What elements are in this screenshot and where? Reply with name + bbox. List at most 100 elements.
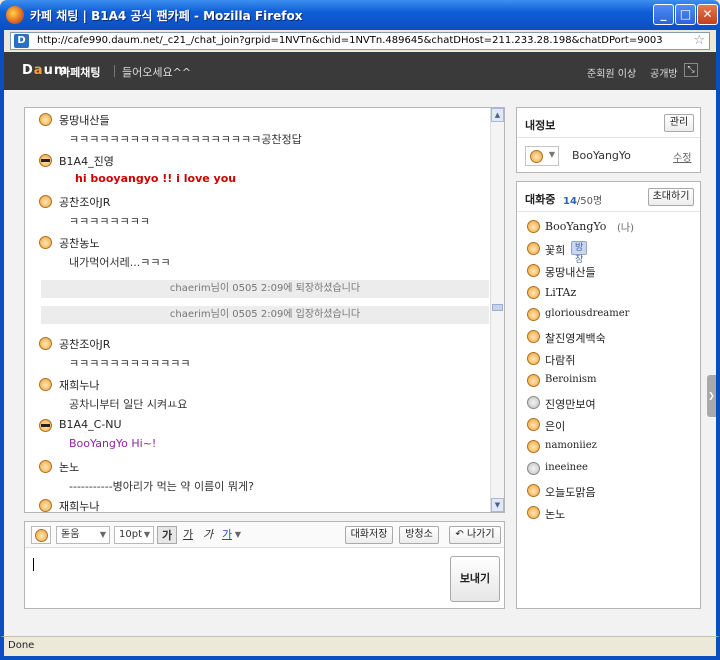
bookmark-star-icon[interactable]: ☆ — [693, 33, 705, 48]
participant-count: 14/50명 — [563, 192, 602, 207]
participant-name: 오늘도맑음 — [545, 486, 596, 499]
service-name: 카페채팅 — [60, 66, 101, 79]
message-text: ㅋㅋㅋㅋㅋㅋㅋㅋㅋㅋㅋㅋ — [69, 357, 191, 370]
font-select[interactable]: 돋움 ▼ — [56, 526, 110, 544]
exit-label: 나가기 — [466, 529, 495, 540]
emoticon-face-icon — [527, 374, 540, 387]
scroll-up-icon[interactable]: ▲ — [491, 108, 504, 122]
participant-name: 진영만보여 — [545, 398, 596, 411]
emoticon-face-icon — [39, 113, 52, 126]
exit-button[interactable]: ↶ 나가기 — [449, 526, 501, 544]
message-nick[interactable]: B1A4_진영 — [59, 153, 114, 169]
emoticon-face-icon — [527, 264, 540, 277]
host-badge: 방장 — [571, 241, 588, 265]
scroll-thumb[interactable] — [492, 304, 503, 311]
clear-room-button[interactable]: 방청소 — [399, 526, 439, 544]
open-room-label: 공개방 — [650, 69, 678, 80]
save-chat-button[interactable]: 대화저장 — [345, 526, 393, 544]
system-message: chaerim님이 0505 2:09에 입장하셨습니다 — [41, 306, 489, 324]
emoticon-picker[interactable] — [31, 526, 51, 544]
message-composer: 돋움 ▼ 10pt ▼ 가 가 가 가 ▼ 대화저장 방청소 ↶ 나가기 보내기 — [24, 521, 505, 609]
italic-button[interactable]: 가 — [198, 526, 218, 544]
send-button[interactable]: 보내기 — [450, 556, 500, 602]
message-nick[interactable]: 공찬조아JR — [59, 194, 110, 210]
message-text: ㅋㅋㅋㅋㅋㅋㅋㅋㅋㅋㅋㅋㅋㅋㅋㅋㅋㅋㅋ공찬정답 — [69, 133, 302, 146]
participants-panel: 대화중 14/50명 초대하기 BooYangYo (나) 꽃희 방장 몽땅내산들 … — [516, 181, 701, 609]
message-text: ㅋㅋㅋㅋㅋㅋㅋㅋ — [69, 215, 150, 228]
address-bar: D http://cafe990.daum.net/_c21_/chat_joi… — [0, 30, 720, 52]
my-info-panel: 내정보 관리 ▼ BooYangYo 수정 — [516, 107, 701, 173]
message-nick[interactable]: 재희누나 — [59, 498, 99, 512]
message-text: 내가먹어서레...ㅋㅋㅋ — [69, 256, 171, 269]
participant-name: LiTAz — [545, 286, 577, 299]
message-nick[interactable]: 논노 — [59, 459, 79, 475]
participant-name: 논노 — [545, 508, 566, 521]
participant-self-tag: (나) — [617, 223, 635, 234]
emoticon-face-icon — [527, 286, 540, 299]
emoticon-face-icon — [527, 396, 540, 409]
emoticon-face-icon — [527, 220, 540, 233]
chevron-down-icon[interactable]: ▼ — [233, 526, 243, 544]
chat-log[interactable]: 몽땅내산들 ㅋㅋㅋㅋㅋㅋㅋㅋㅋㅋㅋㅋㅋㅋㅋㅋㅋㅋㅋ공찬정답 B1A4_진영 hi… — [24, 107, 505, 513]
message-nick[interactable]: 공찬농노 — [59, 235, 99, 251]
participant-name: namoniiez — [545, 440, 597, 451]
status-text: Done — [8, 640, 35, 651]
size-select-value: 10pt — [119, 529, 142, 540]
chat-scrollbar[interactable]: ▲ ▼ — [490, 108, 504, 512]
participants-header: 대화중 14/50명 초대하기 — [517, 182, 700, 212]
emoticon-face-icon — [39, 337, 52, 350]
participant-name: Beroinism — [545, 374, 597, 385]
participant-name: 은이 — [545, 420, 566, 433]
emoticon-face-icon — [527, 506, 540, 519]
message-nick[interactable]: 몽땅내산들 — [59, 112, 110, 128]
firefox-icon — [6, 6, 24, 24]
font-select-value: 돋움 — [61, 529, 80, 540]
my-info-title: 내정보 — [525, 119, 556, 132]
message-text: BooYangYo Hi~! — [69, 437, 157, 450]
emoticon-face-icon — [527, 242, 540, 255]
emoticon-face-icon — [527, 484, 540, 497]
manage-button[interactable]: 관리 — [664, 114, 694, 132]
minimize-button[interactable]: _ — [653, 4, 674, 25]
message-nick[interactable]: B1A4_C-NU — [59, 418, 122, 431]
side-expand-tab[interactable]: ❯ — [707, 375, 716, 417]
text-caret — [33, 558, 34, 571]
my-emoticon-select[interactable]: ▼ — [525, 146, 559, 166]
emoticon-face-icon — [527, 462, 540, 475]
emoticon-face-icon — [527, 440, 540, 453]
url-field[interactable]: D http://cafe990.daum.net/_c21_/chat_joi… — [10, 32, 710, 50]
my-nickname: BooYangYo — [572, 149, 631, 162]
emoticon-face-icon — [530, 150, 543, 163]
sunglasses-face-icon — [39, 419, 52, 432]
invite-button[interactable]: 초대하기 — [648, 188, 694, 206]
page-frame: Daum 카페채팅 들어오세요^^ 준회원 이상 공개방 ⤡ 몽땅내산들 ㅋㅋㅋ… — [0, 52, 720, 636]
participant-name: 찰진영계백숙 — [545, 332, 606, 345]
message-nick[interactable]: 공찬조아JR — [59, 336, 110, 352]
size-select[interactable]: 10pt ▼ — [114, 526, 154, 544]
message-input[interactable] — [29, 552, 441, 604]
daum-header: Daum 카페채팅 들어오세요^^ 준회원 이상 공개방 ⤡ — [4, 52, 716, 90]
maximize-button[interactable]: □ — [675, 4, 696, 25]
participants-title: 대화중 — [525, 193, 556, 206]
close-button[interactable]: ✕ — [697, 4, 718, 25]
edit-nickname-link[interactable]: 수정 — [673, 149, 691, 164]
header-divider — [114, 65, 115, 77]
message-text: -----------병아리가 먹는 약 이름이 뭐게? — [69, 480, 254, 493]
emoticon-face-icon — [527, 352, 540, 365]
daum-favicon-icon: D — [14, 34, 29, 48]
participant-name: 다람쥐 — [545, 354, 576, 367]
bold-button[interactable]: 가 — [157, 526, 177, 544]
popout-icon[interactable]: ⤡ — [684, 63, 698, 77]
chevron-down-icon: ▼ — [548, 150, 555, 159]
message-text: hi booyangyo !! i love you — [75, 172, 237, 185]
status-bar: Done — [0, 636, 720, 660]
room-welcome: 들어오세요^^ — [122, 66, 192, 79]
message-nick[interactable]: 재희누나 — [59, 377, 99, 393]
url-text: http://cafe990.daum.net/_c21_/chat_join?… — [37, 35, 663, 46]
emoticon-face-icon — [527, 330, 540, 343]
underline-button[interactable]: 가 — [178, 526, 198, 544]
participant-name: 꽃희 — [545, 244, 566, 257]
participant-name: ineeinee — [545, 462, 588, 473]
chevron-down-icon: ▼ — [143, 530, 150, 539]
scroll-down-icon[interactable]: ▼ — [491, 498, 504, 512]
